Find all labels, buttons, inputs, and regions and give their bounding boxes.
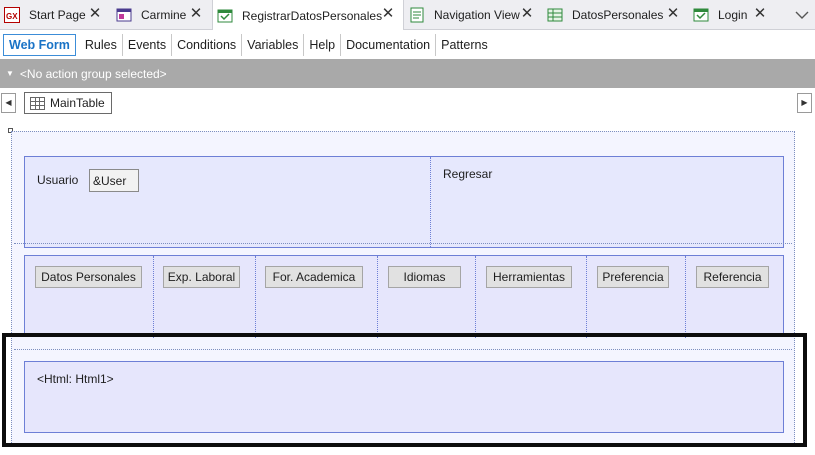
tab-label: Start Page bbox=[29, 8, 86, 22]
caret-down-icon: ▼ bbox=[6, 69, 14, 78]
close-icon[interactable]: ✕ bbox=[666, 6, 680, 21]
tab-label: DatosPersonales bbox=[572, 8, 664, 22]
close-icon[interactable]: ✕ bbox=[753, 6, 767, 21]
user-variable-field[interactable]: &User bbox=[89, 169, 139, 192]
tab-start-page[interactable]: GX Start Page ✕ bbox=[0, 0, 110, 30]
tab-login[interactable]: Login ✕ bbox=[689, 0, 775, 30]
tab-help[interactable]: Help bbox=[304, 33, 342, 56]
cell-divider bbox=[685, 256, 686, 338]
table-icon bbox=[30, 96, 45, 110]
tab-registrar-datos-personales[interactable]: RegistrarDatosPersonales ✕ bbox=[212, 0, 404, 31]
exp-laboral-button[interactable]: Exp. Laboral bbox=[163, 266, 240, 288]
tab-web-form[interactable]: Web Form bbox=[3, 33, 76, 56]
action-group-selector[interactable]: ▼ <No action group selected> bbox=[0, 59, 815, 88]
herramientas-button[interactable]: Herramientas bbox=[486, 266, 572, 288]
transaction-table-icon bbox=[547, 7, 563, 23]
cell-divider bbox=[255, 256, 256, 338]
svg-text:GX: GX bbox=[6, 12, 18, 21]
webpanel-icon bbox=[217, 8, 233, 24]
tab-navigation-view[interactable]: Navigation View ✕ bbox=[405, 0, 542, 30]
chevron-down-icon[interactable] bbox=[793, 6, 811, 24]
regresar-link[interactable]: Regresar bbox=[443, 167, 492, 181]
scroll-left-button[interactable]: ◀ bbox=[1, 93, 16, 113]
close-icon[interactable]: ✕ bbox=[520, 6, 534, 21]
cell-divider bbox=[475, 256, 476, 338]
tab-label: Carmine bbox=[141, 8, 187, 22]
breadcrumb[interactable]: MainTable bbox=[24, 92, 112, 114]
gx-logo-icon: GX bbox=[4, 7, 20, 23]
tab-events[interactable]: Events bbox=[123, 33, 173, 56]
close-icon[interactable]: ✕ bbox=[381, 6, 395, 21]
tab-carmine[interactable]: Carmine ✕ bbox=[112, 0, 211, 30]
for-academica-button[interactable]: For. Academica bbox=[265, 266, 363, 288]
tab-label: Login bbox=[718, 8, 748, 22]
theme-window-icon bbox=[116, 7, 132, 23]
webpanel-icon bbox=[693, 7, 709, 23]
tab-patterns[interactable]: Patterns bbox=[436, 34, 493, 56]
usuario-label: Usuario bbox=[37, 173, 79, 187]
header-table[interactable]: Usuario &User Regresar bbox=[24, 156, 784, 248]
tab-label: Navigation View bbox=[434, 8, 520, 22]
cell-divider bbox=[430, 157, 431, 247]
tab-conditions[interactable]: Conditions bbox=[172, 33, 243, 56]
close-icon[interactable]: ✕ bbox=[88, 6, 102, 21]
action-group-label: <No action group selected> bbox=[19, 66, 167, 81]
idiomas-button[interactable]: Idiomas bbox=[388, 266, 461, 288]
navigation-view-icon bbox=[409, 7, 425, 23]
datos-personales-button[interactable]: Datos Personales bbox=[35, 266, 142, 288]
cell-divider bbox=[377, 256, 378, 338]
tab-documentation[interactable]: Documentation bbox=[341, 33, 437, 56]
close-icon[interactable]: ✕ bbox=[189, 6, 203, 21]
breadcrumb-bar: ◀ MainTable ▶ bbox=[0, 88, 815, 118]
tab-datos-personales[interactable]: DatosPersonales ✕ bbox=[543, 0, 688, 30]
buttons-table[interactable]: Datos Personales Exp. Laboral For. Acade… bbox=[24, 255, 784, 338]
section-tabs: Web Form Rules Events Conditions Variabl… bbox=[0, 30, 815, 59]
referencia-button[interactable]: Referencia bbox=[696, 266, 769, 288]
tab-label: RegistrarDatosPersonales bbox=[242, 8, 383, 23]
preferencia-button[interactable]: Preferencia bbox=[597, 266, 669, 288]
cell-divider bbox=[153, 256, 154, 338]
row-separator bbox=[14, 243, 792, 244]
scroll-right-button[interactable]: ▶ bbox=[797, 93, 812, 113]
breadcrumb-label: MainTable bbox=[50, 96, 105, 110]
cell-divider bbox=[586, 256, 587, 338]
tab-variables[interactable]: Variables bbox=[242, 33, 305, 56]
tab-rules[interactable]: Rules bbox=[80, 33, 123, 56]
document-tab-strip: GX Start Page ✕ Carmine ✕ RegistrarDatos… bbox=[0, 0, 815, 31]
highlight-frame bbox=[2, 333, 807, 447]
